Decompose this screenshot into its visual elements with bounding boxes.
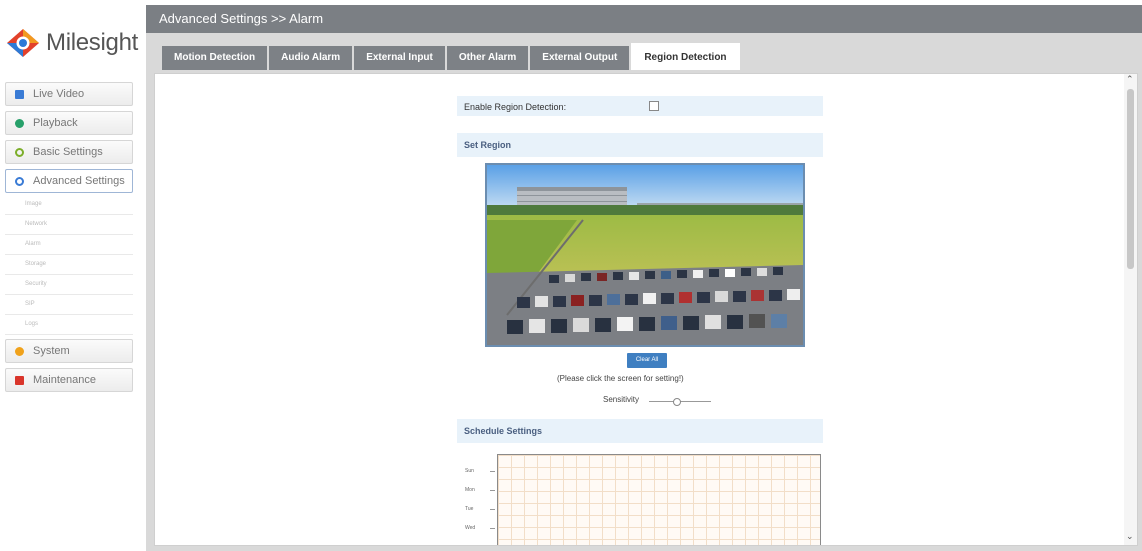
enable-region-checkbox[interactable]: [649, 101, 659, 111]
schedule-grid[interactable]: [497, 454, 821, 545]
clear-all-button[interactable]: Clear All: [627, 353, 667, 368]
schedule-settings-title: Schedule Settings: [464, 426, 543, 436]
sidebar-item-basic-settings[interactable]: Basic Settings: [5, 140, 133, 164]
sidebar-item-label: Advanced Settings: [33, 175, 125, 187]
submenu-item-security[interactable]: Security: [5, 275, 133, 295]
system-icon: [15, 346, 24, 356]
schedule-tick: [490, 528, 495, 529]
schedule-day-label: Wed: [465, 525, 476, 531]
submenu-item-storage[interactable]: Storage: [5, 255, 133, 275]
sidebar-item-label: System: [33, 345, 70, 357]
enable-region-row: Enable Region Detection:: [457, 96, 823, 116]
advanced-gear-icon: [15, 176, 24, 186]
enable-region-label: Enable Region Detection:: [464, 102, 567, 112]
scroll-down-icon[interactable]: ⌄: [1126, 531, 1134, 542]
schedule-day-label: Sun: [465, 468, 474, 474]
gear-icon: [15, 147, 24, 157]
sensitivity-label: Sensitivity: [603, 395, 640, 404]
schedule-day-label: Tue: [465, 506, 474, 512]
submenu-item-image[interactable]: Image: [5, 195, 133, 215]
tab-external-input[interactable]: External Input: [354, 46, 445, 70]
logo-text: Milesight: [46, 29, 138, 56]
submenu-item-network[interactable]: Network: [5, 215, 133, 235]
milesight-logo: Milesight: [6, 25, 138, 61]
submenu-item-logs[interactable]: Logs: [5, 315, 133, 335]
sensitivity-slider-thumb[interactable]: [673, 398, 682, 406]
tab-external-output[interactable]: External Output: [530, 46, 630, 70]
region-hint-text: (Please click the screen for setting!): [557, 374, 684, 383]
tab-other-alarm[interactable]: Other Alarm: [446, 46, 529, 70]
set-region-title: Set Region: [464, 140, 512, 150]
sidebar-item-label: Playback: [33, 117, 78, 129]
schedule-tick: [490, 471, 495, 472]
car-rows: [507, 267, 800, 334]
region-detection-panel: Enable Region Detection: Set Region Clea…: [154, 73, 1138, 546]
schedule-tick: [490, 490, 495, 491]
sidebar-item-system[interactable]: System: [5, 339, 133, 363]
submenu-item-sip[interactable]: SIP: [5, 295, 133, 315]
schedule-tick: [490, 509, 495, 510]
maintenance-icon: [15, 375, 24, 385]
scroll-up-icon[interactable]: ⌃: [1126, 74, 1134, 85]
playback-icon: [15, 118, 24, 128]
sidebar-item-label: Basic Settings: [33, 146, 103, 158]
set-region-header: Set Region: [457, 133, 823, 157]
sidebar-item-advanced-settings[interactable]: Advanced Settings: [5, 169, 133, 193]
sensitivity-slider[interactable]: [649, 398, 711, 406]
page-title: Advanced Settings >> Alarm: [146, 5, 1142, 33]
schedule-settings-header: Schedule Settings: [457, 419, 823, 443]
advanced-submenu: Image Network Alarm Storage Security SIP…: [5, 195, 133, 335]
tab-region-detection[interactable]: Region Detection: [631, 43, 740, 70]
sidebar-nav: Live Video Playback Basic Settings Advan…: [5, 82, 133, 397]
main-frame: Advanced Settings >> Alarm Motion Detect…: [146, 5, 1142, 551]
sidebar-item-live-video[interactable]: Live Video: [5, 82, 133, 106]
panel-scrollbar[interactable]: ⌃ ⌄: [1124, 74, 1137, 545]
camera-preview[interactable]: [485, 163, 805, 347]
scrollbar-thumb[interactable]: [1127, 89, 1134, 269]
sidebar-item-playback[interactable]: Playback: [5, 111, 133, 135]
milesight-logo-icon: [7, 29, 39, 57]
panel-content: Enable Region Detection: Set Region Clea…: [177, 87, 1101, 545]
tab-audio-alarm[interactable]: Audio Alarm: [269, 46, 353, 70]
submenu-item-alarm[interactable]: Alarm: [5, 235, 133, 255]
alarm-tabs: Motion Detection Audio Alarm External In…: [162, 43, 742, 70]
schedule-day-label: Mon: [465, 487, 475, 493]
sidebar-item-maintenance[interactable]: Maintenance: [5, 368, 133, 392]
sidebar-item-label: Maintenance: [33, 374, 96, 386]
sidebar-item-label: Live Video: [33, 88, 85, 100]
tab-motion-detection[interactable]: Motion Detection: [162, 46, 268, 70]
video-icon: [15, 89, 24, 99]
